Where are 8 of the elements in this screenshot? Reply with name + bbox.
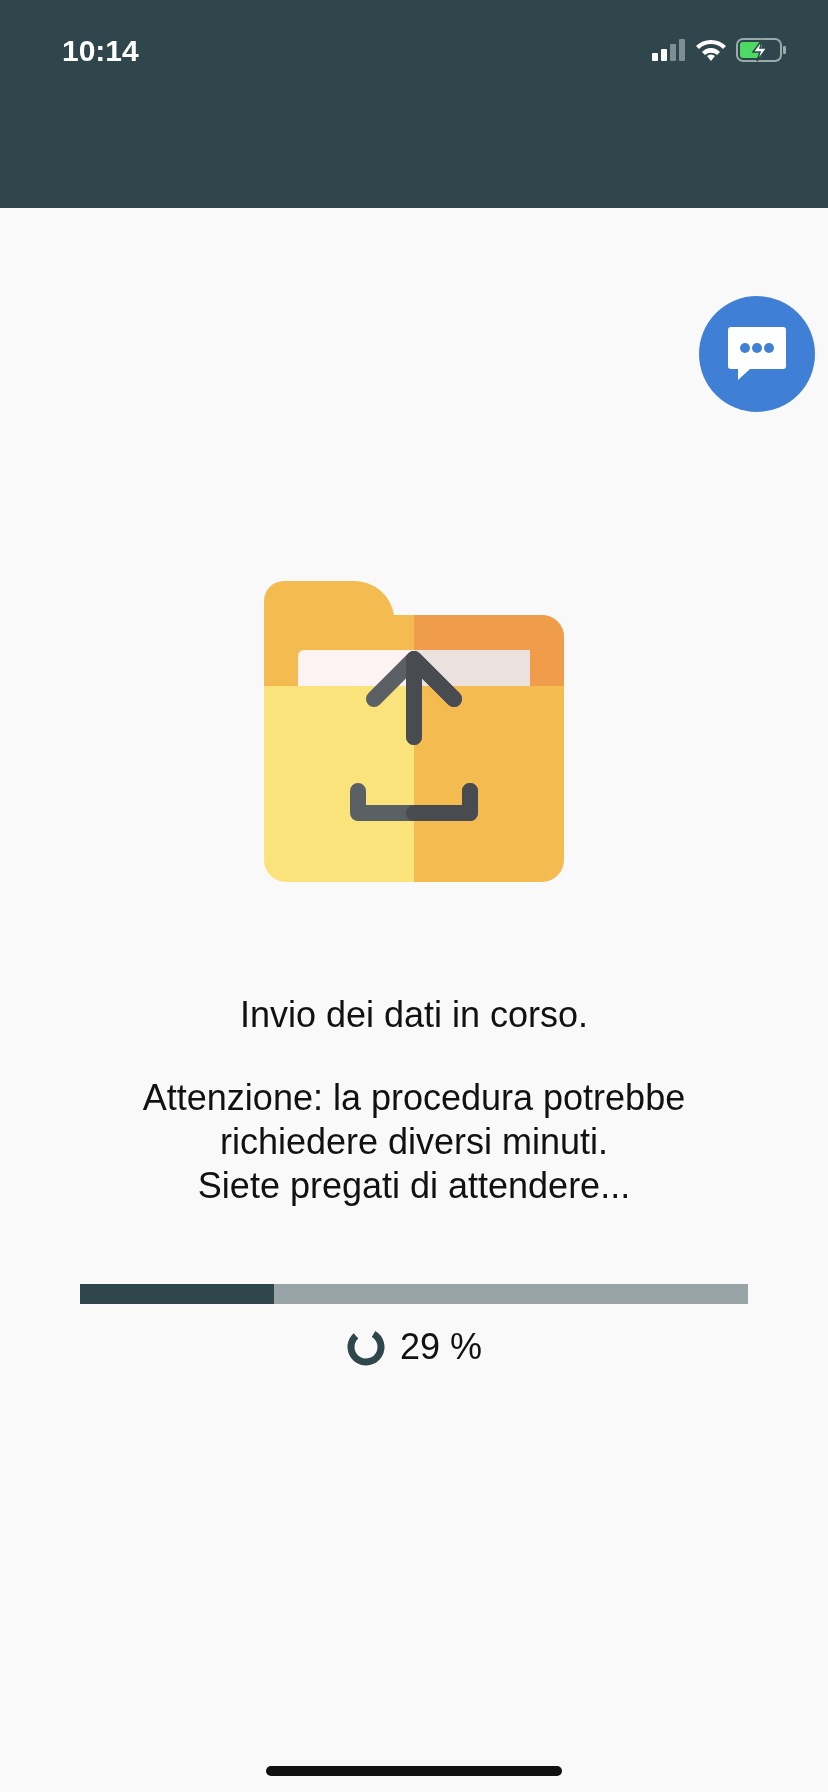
notice-text: Attenzione: la procedura potrebbe richiedere diversi minuti. Siete pregati di attendere...	[142, 1076, 686, 1208]
chat-icon	[728, 327, 786, 381]
progress-percent: 29 %	[399, 1326, 483, 1368]
status-message: Invio dei dati in corso.	[239, 994, 589, 1036]
folder-upload-icon	[264, 581, 564, 882]
status-time: 10:14	[62, 34, 139, 68]
signal-icon	[652, 39, 686, 61]
wifi-icon	[696, 39, 726, 61]
